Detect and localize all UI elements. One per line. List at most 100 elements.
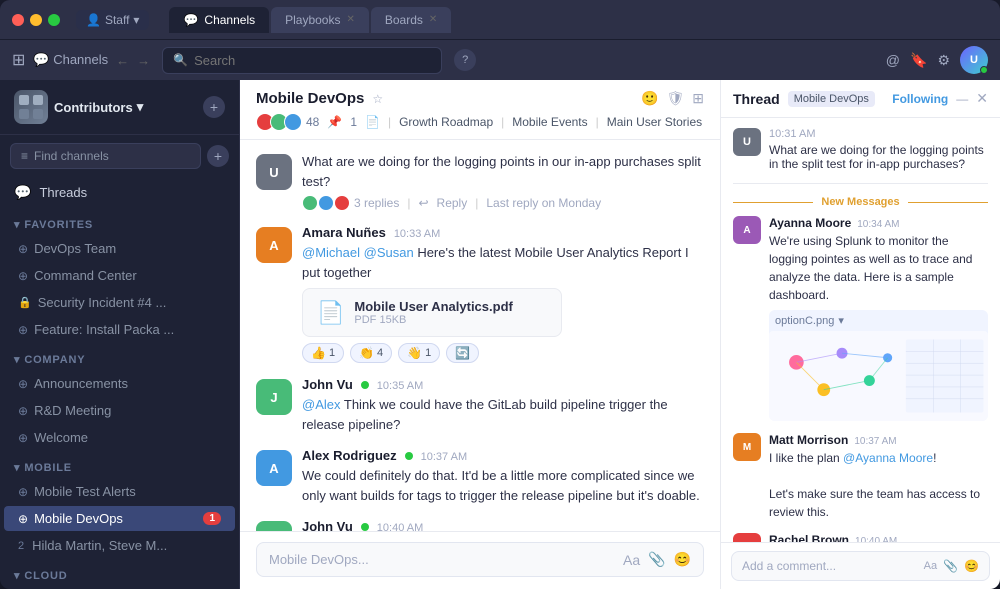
reply-time-separator: | (475, 196, 478, 210)
pin-count: 1 (350, 115, 357, 129)
tag-mobile-events[interactable]: Mobile Events (512, 115, 587, 129)
message-input-area: Aa 📎 😊 (240, 531, 720, 589)
find-channels-button[interactable]: ≡ Find channels (10, 143, 201, 169)
channel-name-label: Welcome (34, 430, 88, 445)
message-content: Amara Nuñes 10:33 AM @Michael @Susan Her… (302, 225, 704, 363)
at-icon[interactable]: @ (886, 52, 900, 68)
section-favorites[interactable]: ▾ FAVORITES (0, 208, 239, 235)
threads-item[interactable]: 💬 Threads (0, 177, 239, 208)
dm-item-hilda[interactable]: 2 Hilda Martin, Steve M... (4, 533, 235, 558)
add-workspace-button[interactable]: + (203, 96, 225, 118)
smiley-icon[interactable]: 🙂 (641, 90, 658, 107)
thread-header: Thread Mobile DevOps Following — ✕ (721, 80, 1000, 118)
message-input[interactable] (269, 552, 615, 567)
unread-badge: 1 (203, 512, 221, 525)
tab-boards[interactable]: Boards ✕ (371, 7, 451, 33)
thread-channel-tag: Mobile DevOps (788, 91, 875, 107)
channel-item-announcements[interactable]: ⊕ Announcements (4, 371, 235, 396)
nav-back-icon[interactable]: ← (116, 53, 129, 68)
search-bar[interactable]: 🔍 (162, 47, 442, 74)
reaction-refresh[interactable]: 🔄 (446, 343, 479, 363)
minimize-icon[interactable]: — (956, 92, 968, 106)
tab-boards-label: Boards (385, 13, 423, 27)
minimize-button[interactable] (30, 14, 42, 26)
reaction-clap[interactable]: 👏4 (350, 343, 392, 363)
mention-susan[interactable]: @Susan (364, 245, 414, 260)
channels-nav-label[interactable]: 💬 Channels (33, 52, 108, 68)
close-icon[interactable]: ✕ (976, 90, 988, 107)
avatar: A (256, 450, 292, 486)
message-row: J John Vu 10:35 AM @Alex Think we could … (256, 377, 704, 434)
author-name: Rachel Brown (769, 533, 849, 542)
file-attachment[interactable]: 📄 Mobile User Analytics.pdf PDF 15KB (302, 288, 562, 337)
filter-icon: ≡ (21, 149, 28, 163)
text-format-icon[interactable]: Aa (623, 552, 640, 568)
thread-meta[interactable]: 3 replies | ↩ Reply | Last reply on Mond… (302, 195, 704, 211)
nav-forward-icon[interactable]: → (137, 53, 150, 68)
section-mobile[interactable]: ▾ MOBILE (0, 451, 239, 478)
section-cloud[interactable]: ▾ CLOUD (0, 559, 239, 586)
reactions: 👍1 👏4 👋1 🔄 (302, 343, 704, 363)
reaction-thumbsup[interactable]: 👍1 (302, 343, 344, 363)
tag-growth-roadmap[interactable]: Growth Roadmap (399, 115, 493, 129)
message-text: @Alex Think we could have the GitLab bui… (302, 395, 704, 434)
layout-icon[interactable]: ⊞ (692, 90, 704, 107)
attachment-icon[interactable]: 📎 (943, 559, 958, 573)
thread-messages: U 10:31 AM What are we doing for the log… (721, 118, 1000, 542)
message-text: We could definitely do that. It'd be a l… (302, 466, 704, 505)
mention-michael[interactable]: @Michael (302, 245, 360, 260)
reply-count: 3 replies (354, 196, 399, 210)
message-header: John Vu 10:35 AM (302, 377, 704, 392)
author-name: Matt Morrison (769, 433, 848, 447)
close-boards-icon[interactable]: ✕ (429, 14, 437, 25)
file-size: PDF 15KB (354, 314, 512, 326)
following-button[interactable]: Following (892, 92, 948, 106)
channel-item-mobile-test-alerts[interactable]: ⊕ Mobile Test Alerts (4, 479, 235, 504)
mention-ayanna[interactable]: @Ayanna Moore (843, 451, 933, 465)
close-playbooks-icon[interactable]: ✕ (346, 14, 354, 25)
thread-avatar: M (733, 433, 761, 461)
tag-main-user-stories[interactable]: Main User Stories (607, 115, 702, 129)
emoji-icon[interactable]: 😊 (964, 559, 979, 573)
attachment-icon[interactable]: 📎 (648, 551, 665, 568)
channel-item-mobile-devops[interactable]: ⊕ Mobile DevOps 1 (4, 506, 235, 531)
search-icon: 🔍 (173, 53, 188, 67)
tab-channels[interactable]: 💬 Channels (169, 7, 269, 33)
lock-icon: 🔒 (18, 296, 32, 309)
bookmark-icon[interactable]: 🔖 (910, 52, 927, 69)
channel-item-devops-team[interactable]: ⊕ DevOps Team (4, 236, 235, 261)
message-time: 10:35 AM (377, 380, 423, 392)
new-messages-label: New Messages (821, 196, 899, 208)
text-format-icon[interactable]: Aa (924, 560, 937, 572)
mention-alex[interactable]: @Alex (302, 397, 341, 412)
reaction-wave[interactable]: 👋1 (398, 343, 440, 363)
channel-item-command-center[interactable]: ⊕ Command Center (4, 263, 235, 288)
reply-icon: ↩ (418, 196, 428, 210)
section-company[interactable]: ▾ COMPANY (0, 343, 239, 370)
settings-icon[interactable]: ⚙ (937, 52, 950, 69)
company-label: COMPANY (24, 354, 85, 366)
star-icon[interactable]: ☆ (372, 92, 383, 106)
add-channel-button[interactable]: + (207, 145, 229, 167)
image-filename: optionC.png (775, 315, 834, 327)
thread-input[interactable] (742, 559, 918, 573)
thread-message-content: Rachel Brown 10:40 AM I'll be on to trou… (769, 533, 988, 542)
shield-icon[interactable]: 🛡 (666, 90, 684, 107)
staff-selector[interactable]: 👤 Staff ▾ (76, 10, 149, 30)
channel-item-feature-install[interactable]: ⊕ Feature: Install Packa ... (4, 317, 235, 342)
close-button[interactable] (12, 14, 24, 26)
grid-icon[interactable]: ⊞ (12, 50, 25, 70)
cloud-label: CLOUD (24, 570, 67, 582)
channel-item-security-incident[interactable]: 🔒 Security Incident #4 ... (4, 290, 235, 315)
channel-item-rd-meeting[interactable]: ⊕ R&D Meeting (4, 398, 235, 423)
avatar[interactable]: U (960, 46, 988, 74)
workspace-name[interactable]: Contributors ▾ (54, 99, 143, 115)
tab-playbooks[interactable]: Playbooks ✕ (271, 7, 369, 33)
help-button[interactable]: ? (454, 49, 476, 71)
workspace-icon (14, 90, 48, 124)
emoji-icon[interactable]: 😊 (674, 551, 691, 568)
maximize-button[interactable] (48, 14, 60, 26)
channel-item-welcome[interactable]: ⊕ Welcome (4, 425, 235, 450)
chevron-down-icon: ▾ (14, 461, 20, 474)
search-input[interactable] (194, 53, 431, 68)
